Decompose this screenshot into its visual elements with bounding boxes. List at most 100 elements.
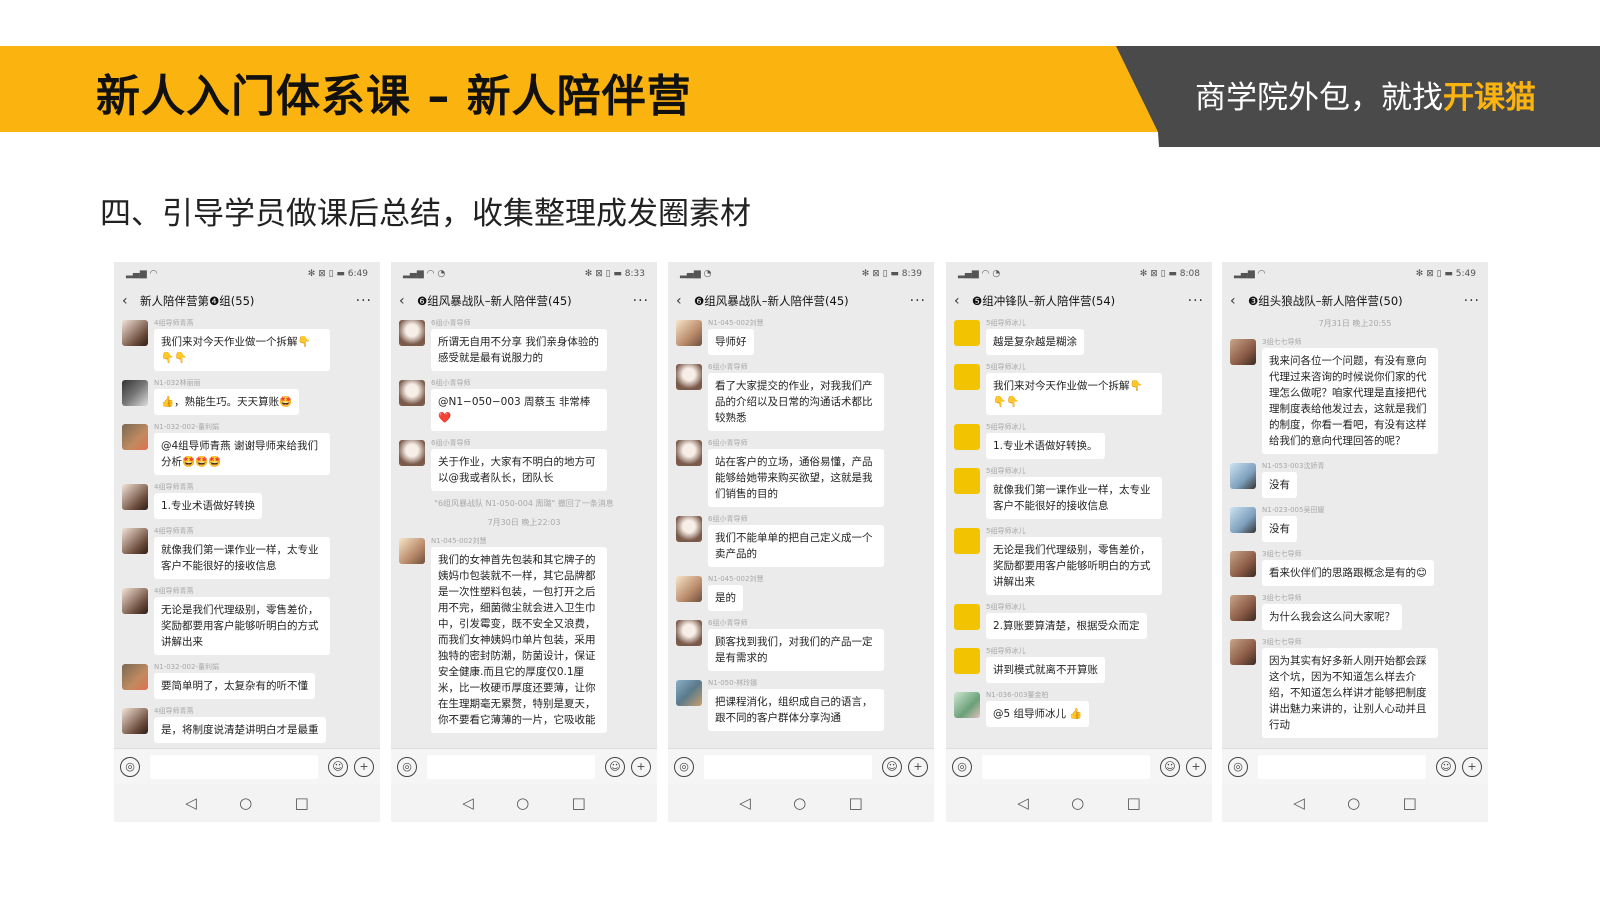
voice-icon[interactable]: ◎ (674, 756, 694, 777)
message-bubble[interactable]: 就像我们第一课作业一样，太专业客户不能很好的接收信息 (154, 537, 330, 579)
avatar[interactable] (122, 588, 148, 614)
message-bubble[interactable]: 我们不能单单的把自己定义成一个卖产品的 (708, 525, 884, 567)
nav-home-icon[interactable]: ○ (239, 794, 252, 812)
chat-body[interactable]: 5组导师冰儿 越是复杂越是糊涂 5组导师冰儿 我们来对今天作业做一个拆解👇👇👇 5组… (946, 316, 1212, 748)
voice-icon[interactable]: ◎ (952, 756, 972, 777)
avatar[interactable] (1230, 639, 1256, 665)
avatar[interactable] (122, 528, 148, 554)
avatar[interactable] (954, 468, 980, 494)
avatar[interactable] (399, 440, 425, 466)
nav-back-icon[interactable]: ◁ (1017, 794, 1029, 812)
avatar[interactable] (122, 320, 148, 346)
avatar[interactable] (676, 364, 702, 390)
avatar[interactable] (1230, 339, 1256, 365)
message-bubble[interactable]: 导师好 (708, 329, 754, 355)
back-icon[interactable]: ‹ (676, 293, 694, 309)
nav-back-icon[interactable]: ◁ (462, 794, 474, 812)
message-bubble[interactable]: 1.专业术语做好转换。 (986, 433, 1105, 459)
plus-icon[interactable]: + (631, 756, 651, 777)
emoji-icon[interactable]: ☺ (882, 756, 902, 777)
back-icon[interactable]: ‹ (122, 293, 140, 309)
message-bubble[interactable]: 要简单明了，太复杂有的听不懂 (154, 673, 315, 699)
voice-icon[interactable]: ◎ (1228, 756, 1248, 777)
chat-body[interactable]: 4组导师青燕 我们来对今天作业做一个拆解👇👇👇 N1-032林丽丽 👍，熟能生巧。天… (114, 316, 380, 748)
message-bubble[interactable]: 我们来对今天作业做一个拆解👇👇👇 (154, 329, 330, 371)
avatar[interactable] (954, 424, 980, 450)
more-icon[interactable]: ··· (1186, 293, 1204, 309)
message-input[interactable] (427, 754, 595, 779)
nav-home-icon[interactable]: ○ (516, 794, 529, 812)
message-input[interactable] (1258, 754, 1426, 779)
message-bubble[interactable]: 为什么我会这么问大家呢？ (1262, 604, 1402, 630)
message-bubble[interactable]: 看来伙伴们的思路跟概念是有的😊 (1262, 560, 1434, 586)
back-icon[interactable]: ‹ (954, 293, 972, 309)
avatar[interactable] (1230, 551, 1256, 577)
emoji-icon[interactable]: ☺ (328, 756, 348, 777)
plus-icon[interactable]: + (354, 756, 374, 777)
more-icon[interactable]: ··· (354, 293, 372, 309)
avatar[interactable] (399, 320, 425, 346)
voice-icon[interactable]: ◎ (120, 756, 140, 777)
plus-icon[interactable]: + (1462, 756, 1482, 777)
nav-back-icon[interactable]: ◁ (739, 794, 751, 812)
message-bubble[interactable]: @N1−050−003 周蔡玉 非常棒❤️ (431, 389, 607, 431)
nav-recent-icon[interactable]: □ (849, 794, 863, 812)
back-icon[interactable]: ‹ (1230, 293, 1248, 309)
avatar[interactable] (122, 424, 148, 450)
message-bubble[interactable]: 我来问各位一个问题，有没有意向代理过来咨询的时候说你们家的代理怎么做呢？咱家代理… (1262, 348, 1438, 454)
avatar[interactable] (399, 380, 425, 406)
message-bubble[interactable]: 越是复杂越是糊涂 (986, 329, 1084, 355)
nav-home-icon[interactable]: ○ (1071, 794, 1084, 812)
message-bubble[interactable]: 是的 (708, 585, 743, 611)
plus-icon[interactable]: + (1186, 756, 1206, 777)
avatar[interactable] (954, 604, 980, 630)
emoji-icon[interactable]: ☺ (1436, 756, 1456, 777)
avatar[interactable] (954, 528, 980, 554)
chat-body[interactable]: 7月31日 晚上20:55 3组七七导师 我来问各位一个问题，有没有意向代理过来咨… (1222, 316, 1488, 748)
nav-recent-icon[interactable]: □ (572, 794, 586, 812)
message-input[interactable] (150, 754, 318, 779)
emoji-icon[interactable]: ☺ (605, 756, 625, 777)
avatar[interactable] (122, 708, 148, 734)
nav-recent-icon[interactable]: □ (1127, 794, 1141, 812)
nav-back-icon[interactable]: ◁ (185, 794, 197, 812)
message-bubble[interactable]: @5 组导师冰儿 👍 (986, 701, 1090, 727)
nav-recent-icon[interactable]: □ (1403, 794, 1417, 812)
avatar[interactable] (954, 648, 980, 674)
plus-icon[interactable]: + (908, 756, 928, 777)
emoji-icon[interactable]: ☺ (1160, 756, 1180, 777)
message-bubble[interactable]: 看了大家提交的作业，对我我们产品的介绍以及日常的沟通话术都比较熟悉 (708, 373, 884, 431)
avatar[interactable] (399, 538, 425, 564)
message-input[interactable] (982, 754, 1150, 779)
more-icon[interactable]: ··· (908, 293, 926, 309)
message-bubble[interactable]: 无论是我们代理级别，零售差价，奖励都要用客户能够听明白的方式讲解出来 (154, 597, 330, 655)
message-bubble[interactable]: 讲到模式就离不开算账 (986, 657, 1105, 683)
message-bubble[interactable]: 把课程消化，组织成自己的语言，跟不同的客户群体分享沟通 (708, 689, 884, 731)
message-bubble[interactable]: 我们来对今天作业做一个拆解👇👇👇 (986, 373, 1162, 415)
avatar[interactable] (676, 680, 702, 706)
chat-body[interactable]: N1-045-002刘慧 导师好 6组小青导师 看了大家提交的作业，对我我们产品的介… (668, 316, 934, 748)
message-input[interactable] (704, 754, 872, 779)
avatar[interactable] (122, 664, 148, 690)
message-bubble[interactable]: 因为其实有好多新人刚开始都会踩这个坑，因为不知道怎么样去介绍，不知道怎么样讲才能… (1262, 648, 1438, 738)
message-bubble[interactable]: 关于作业，大家有不明白的地方可以@我或者队长，团队长 (431, 449, 607, 491)
more-icon[interactable]: ··· (631, 293, 649, 309)
avatar[interactable] (954, 320, 980, 346)
message-bubble[interactable]: 1.专业术语做好转换 (154, 493, 263, 519)
message-bubble[interactable]: 是，将制度说清楚讲明白才是最重 (154, 717, 326, 743)
message-bubble[interactable]: @4组导师青燕 谢谢导师来给我们分析🤩🤩🤩 (154, 433, 330, 475)
back-icon[interactable]: ‹ (399, 293, 417, 309)
avatar[interactable] (676, 320, 702, 346)
avatar[interactable] (676, 620, 702, 646)
message-bubble[interactable]: 站在客户的立场，通俗易懂，产品能够给她带来购买欲望，这就是我们销售的目的 (708, 449, 884, 507)
message-bubble[interactable]: 没有 (1262, 472, 1297, 498)
avatar[interactable] (1230, 463, 1256, 489)
avatar[interactable] (676, 440, 702, 466)
nav-home-icon[interactable]: ○ (1347, 794, 1360, 812)
avatar[interactable] (1230, 595, 1256, 621)
more-icon[interactable]: ··· (1462, 293, 1480, 309)
chat-body[interactable]: 6组小青导师 所谓无自用不分享 我们亲身体验的感受就是最有说服力的 6组小青导师 @… (391, 316, 657, 748)
message-bubble[interactable]: 无论是我们代理级别，零售差价，奖励都要用客户能够听明白的方式讲解出来 (986, 537, 1162, 595)
nav-home-icon[interactable]: ○ (793, 794, 806, 812)
avatar[interactable] (676, 516, 702, 542)
